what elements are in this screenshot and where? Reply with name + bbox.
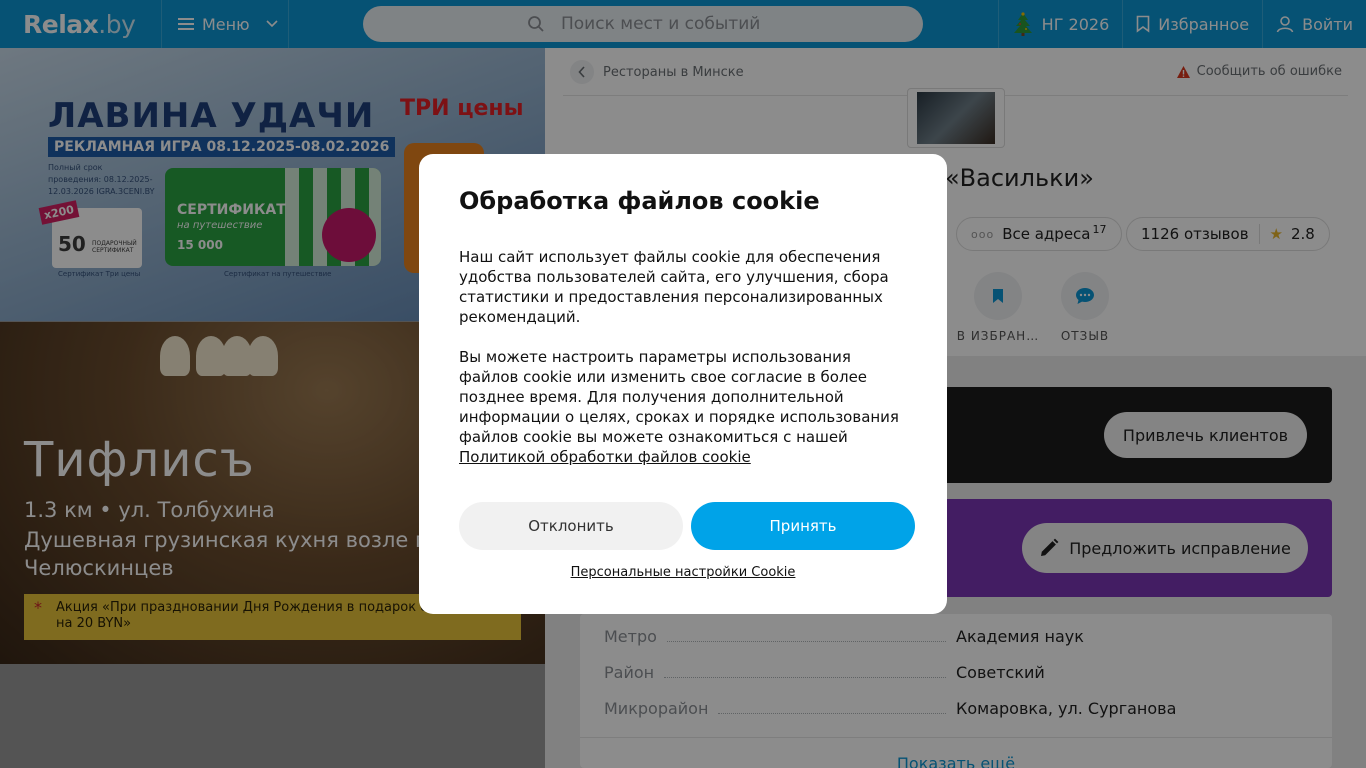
- cookie-buttons: Отклонить Принять: [459, 502, 915, 550]
- decline-button[interactable]: Отклонить: [459, 502, 683, 550]
- cookie-paragraph-2-text: Вы можете настроить параметры использова…: [459, 348, 899, 446]
- accept-button[interactable]: Принять: [691, 502, 915, 550]
- cookie-policy-link[interactable]: Политикой обработки файлов cookie: [459, 448, 751, 466]
- cookie-paragraph-1: Наш сайт использует файлы cookie для обе…: [459, 248, 889, 326]
- cookie-settings-link[interactable]: Персональные настройки Cookie: [419, 565, 947, 580]
- cookie-dialog: Обработка файлов cookie Наш сайт использ…: [419, 154, 947, 614]
- cookie-paragraph-2: Вы можете настроить параметры использова…: [459, 347, 909, 467]
- cookie-title: Обработка файлов cookie: [459, 187, 820, 215]
